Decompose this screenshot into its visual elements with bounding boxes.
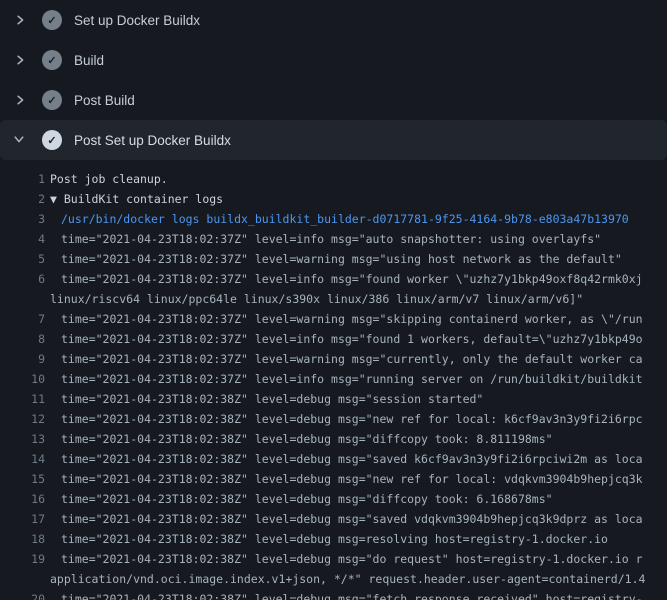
log-line: 17 time="2021-04-23T18:02:38Z" level=deb…	[0, 509, 667, 529]
log-line: 1 Post job cleanup.	[0, 169, 667, 189]
actions-log-viewer: ✓ Set up Docker Buildx ✓ Build ✓ Post Bu…	[0, 0, 667, 600]
step-label: Build	[74, 53, 104, 68]
log-line: linux/riscv64 linux/ppc64le linux/s390x …	[0, 289, 667, 309]
log-text: time="2021-04-23T18:02:37Z" level=warnin…	[45, 249, 622, 269]
line-number[interactable]: 12	[0, 409, 45, 429]
step-row-build[interactable]: ✓ Build	[0, 40, 667, 80]
step-row-post-build[interactable]: ✓ Post Build	[0, 80, 667, 120]
log-line: 11 time="2021-04-23T18:02:38Z" level=deb…	[0, 389, 667, 409]
check-icon: ✓	[42, 10, 62, 30]
chevron-right-icon	[13, 13, 27, 27]
log-line: 16 time="2021-04-23T18:02:38Z" level=deb…	[0, 489, 667, 509]
log-line: 13 time="2021-04-23T18:02:38Z" level=deb…	[0, 429, 667, 449]
log-text: time="2021-04-23T18:02:38Z" level=debug …	[45, 489, 553, 509]
line-number[interactable]: 14	[0, 449, 45, 469]
log-text: time="2021-04-23T18:02:38Z" level=debug …	[45, 529, 608, 549]
step-list: ✓ Set up Docker Buildx ✓ Build ✓ Post Bu…	[0, 0, 667, 160]
log-text: time="2021-04-23T18:02:38Z" level=debug …	[45, 409, 643, 429]
log-text: time="2021-04-23T18:02:38Z" level=debug …	[45, 589, 643, 600]
line-number[interactable]: 4	[0, 229, 45, 249]
line-number[interactable]: 19	[0, 549, 45, 569]
log-line: 19 time="2021-04-23T18:02:38Z" level=deb…	[0, 549, 667, 569]
line-number[interactable]: 5	[0, 249, 45, 269]
group-arrow-icon: ▼	[50, 192, 64, 206]
log-text: time="2021-04-23T18:02:38Z" level=debug …	[45, 469, 643, 489]
check-icon: ✓	[42, 50, 62, 70]
log-line: 7 time="2021-04-23T18:02:37Z" level=warn…	[0, 309, 667, 329]
line-number[interactable]: 6	[0, 269, 45, 289]
log-text: time="2021-04-23T18:02:38Z" level=debug …	[45, 549, 643, 569]
log-text: time="2021-04-23T18:02:37Z" level=info m…	[45, 329, 643, 349]
step-row-set-up-docker-buildx[interactable]: ✓ Set up Docker Buildx	[0, 0, 667, 40]
log-text: time="2021-04-23T18:02:37Z" level=info m…	[45, 229, 601, 249]
line-number[interactable]: 2	[0, 189, 45, 209]
line-number[interactable]: 13	[0, 429, 45, 449]
step-label: Set up Docker Buildx	[74, 13, 200, 28]
log-text: time="2021-04-23T18:02:37Z" level=info m…	[45, 369, 643, 389]
log-line: 14 time="2021-04-23T18:02:38Z" level=deb…	[0, 449, 667, 469]
log-text: time="2021-04-23T18:02:38Z" level=debug …	[45, 429, 553, 449]
line-number[interactable]	[0, 289, 45, 309]
log-line: 3 /usr/bin/docker logs buildx_buildkit_b…	[0, 209, 667, 229]
log-output: 1 Post job cleanup. 2 ▼ BuildKit contain…	[0, 169, 667, 600]
log-line: 4 time="2021-04-23T18:02:37Z" level=info…	[0, 229, 667, 249]
log-line: 9 time="2021-04-23T18:02:37Z" level=warn…	[0, 349, 667, 369]
log-line: 2 ▼ BuildKit container logs	[0, 189, 667, 209]
check-icon: ✓	[42, 90, 62, 110]
line-number[interactable]: 16	[0, 489, 45, 509]
line-number[interactable]: 15	[0, 469, 45, 489]
log-text: Post job cleanup.	[45, 169, 168, 189]
step-label: Post Set up Docker Buildx	[74, 133, 231, 148]
step-row-post-set-up-docker-buildx[interactable]: ✓ Post Set up Docker Buildx	[0, 120, 667, 160]
log-line: 8 time="2021-04-23T18:02:37Z" level=info…	[0, 329, 667, 349]
check-icon: ✓	[42, 130, 62, 150]
line-number[interactable]: 1	[0, 169, 45, 189]
step-label: Post Build	[74, 93, 135, 108]
log-text: time="2021-04-23T18:02:38Z" level=debug …	[45, 389, 483, 409]
line-number[interactable]	[0, 569, 45, 589]
chevron-right-icon	[13, 93, 27, 107]
log-line: 15 time="2021-04-23T18:02:38Z" level=deb…	[0, 469, 667, 489]
log-text: time="2021-04-23T18:02:37Z" level=info m…	[45, 269, 643, 289]
line-number[interactable]: 9	[0, 349, 45, 369]
line-number[interactable]: 10	[0, 369, 45, 389]
line-number[interactable]: 17	[0, 509, 45, 529]
log-text: linux/riscv64 linux/ppc64le linux/s390x …	[45, 289, 583, 309]
log-line: 10 time="2021-04-23T18:02:37Z" level=inf…	[0, 369, 667, 389]
log-text: time="2021-04-23T18:02:38Z" level=debug …	[45, 509, 643, 529]
log-text: time="2021-04-23T18:02:37Z" level=warnin…	[45, 349, 643, 369]
log-text: /usr/bin/docker logs buildx_buildkit_bui…	[45, 209, 629, 229]
log-line: 18 time="2021-04-23T18:02:38Z" level=deb…	[0, 529, 667, 549]
log-text: time="2021-04-23T18:02:37Z" level=warnin…	[45, 309, 643, 329]
line-number[interactable]: 7	[0, 309, 45, 329]
log-text: application/vnd.oci.image.index.v1+json,…	[45, 569, 645, 589]
log-text: time="2021-04-23T18:02:38Z" level=debug …	[45, 449, 643, 469]
line-number[interactable]: 20	[0, 589, 45, 600]
log-line: 6 time="2021-04-23T18:02:37Z" level=info…	[0, 269, 667, 289]
line-number[interactable]: 11	[0, 389, 45, 409]
chevron-right-icon	[13, 53, 27, 67]
log-line: 5 time="2021-04-23T18:02:37Z" level=warn…	[0, 249, 667, 269]
line-number[interactable]: 3	[0, 209, 45, 229]
chevron-down-icon	[13, 133, 27, 147]
log-text[interactable]: ▼ BuildKit container logs	[45, 189, 223, 209]
line-number[interactable]: 8	[0, 329, 45, 349]
log-line: 20 time="2021-04-23T18:02:38Z" level=deb…	[0, 589, 667, 600]
log-line: 12 time="2021-04-23T18:02:38Z" level=deb…	[0, 409, 667, 429]
log-line: application/vnd.oci.image.index.v1+json,…	[0, 569, 667, 589]
line-number[interactable]: 18	[0, 529, 45, 549]
